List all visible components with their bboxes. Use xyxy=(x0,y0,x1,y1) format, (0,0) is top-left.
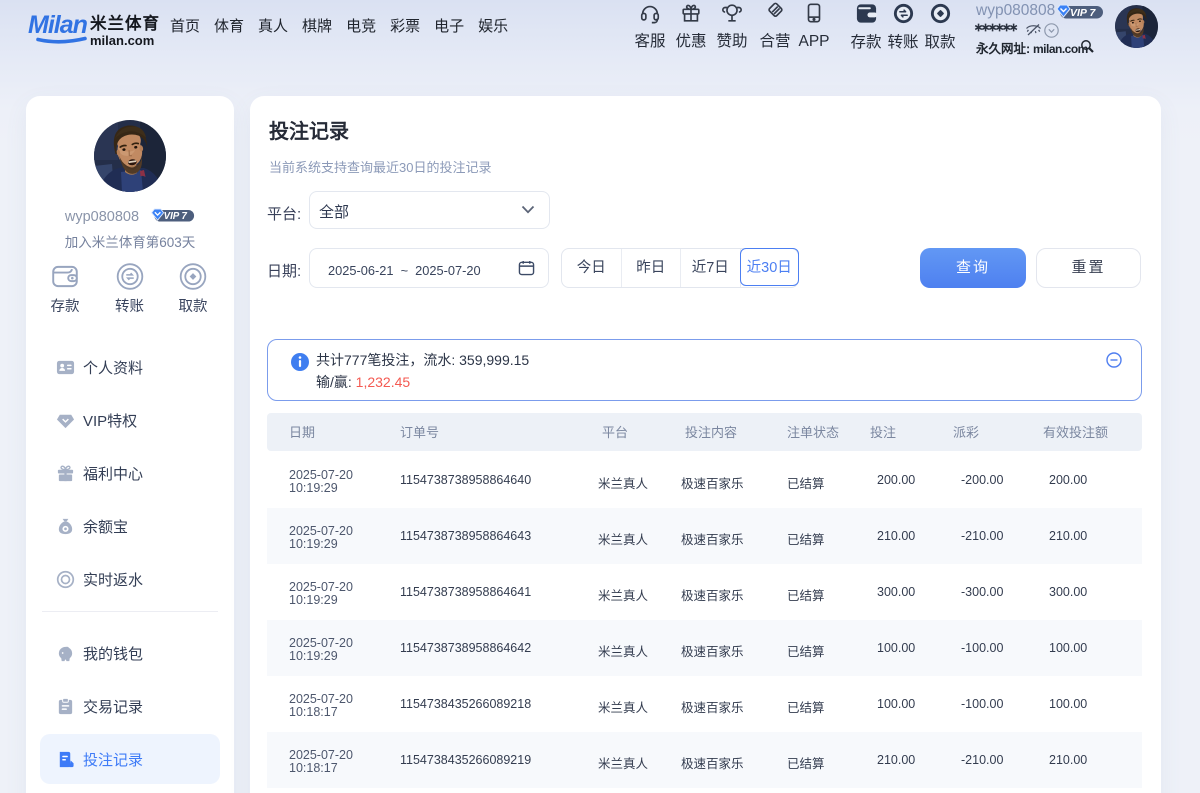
svg-text:milan.com: milan.com xyxy=(90,33,154,48)
svg-text:VIP 7: VIP 7 xyxy=(164,211,188,222)
svg-text:米兰体育: 米兰体育 xyxy=(90,13,160,33)
svg-text:Milan: Milan xyxy=(28,11,88,39)
svg-text:VIP 7: VIP 7 xyxy=(1070,7,1096,19)
